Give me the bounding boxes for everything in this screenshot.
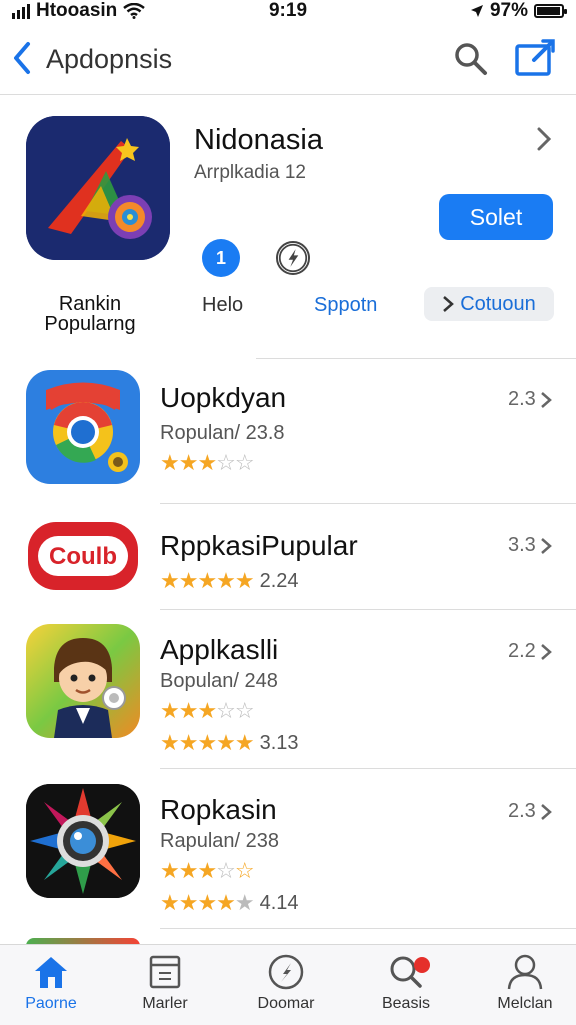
- rating-value: 2.24: [259, 569, 299, 592]
- stars-glyphs: ★★★★★: [160, 568, 255, 593]
- featured-app-name: Nidonasia: [194, 124, 323, 156]
- stars-glyphs: ★★★★★: [160, 890, 255, 915]
- info-button[interactable]: 1: [202, 239, 240, 277]
- tab-search[interactable]: Beasis: [356, 953, 456, 1013]
- navigation-bar: Apdopnsis: [0, 30, 576, 95]
- list-item[interactable]: Applkaslli Bopulan/ 248 ★★★☆☆ ★★★★★ 3.13…: [0, 610, 576, 770]
- status-right: 97%: [470, 0, 567, 22]
- calendar-icon: [149, 955, 181, 989]
- tab-label: Beasis: [381, 995, 431, 1012]
- app-name: Uopkdyan: [160, 382, 287, 413]
- app-subtitle: Rapulan/ 238: [160, 830, 279, 852]
- app-icon[interactable]: [26, 370, 140, 484]
- divider: [160, 928, 576, 929]
- app-name: Applkaslli: [160, 634, 279, 665]
- chevron-left-icon[interactable]: [8, 40, 38, 76]
- get-button[interactable]: Solet: [439, 194, 553, 240]
- divider: [160, 768, 576, 769]
- ranking-label: Rankin Popularng: [44, 293, 136, 335]
- battery-percent: 97%: [489, 0, 528, 21]
- stars-glyphs: ★★★☆☆: [160, 858, 255, 883]
- tab-home[interactable]: Paorne: [1, 953, 101, 1013]
- tab-label: Doomar: [257, 995, 315, 1012]
- tab-label: Marler: [142, 995, 188, 1012]
- chevron-right-icon[interactable]: [540, 391, 552, 409]
- app-rank: 2.3: [508, 388, 536, 410]
- featured-app-icon[interactable]: [26, 116, 170, 260]
- divider: [256, 358, 576, 359]
- featured-app-subtitle: Arrplkadia 12: [194, 162, 306, 183]
- chevron-right-icon[interactable]: [540, 643, 552, 661]
- status-bar: Htooasin 9:19 97%: [0, 0, 576, 24]
- rating-value: 3.13: [259, 731, 299, 754]
- list-item[interactable]: Ropkasin Rapulan/ 238 ★★★☆☆ ★★★★★ 4.14 2…: [0, 770, 576, 930]
- chevron-right-icon[interactable]: [536, 126, 552, 152]
- category-pill-label: Cotuoun: [460, 292, 536, 315]
- help-label[interactable]: Helo: [202, 294, 243, 317]
- app-subtitle: Bopulan/ 248: [160, 670, 278, 692]
- divider: [160, 503, 576, 504]
- tab-calendar[interactable]: Marler: [115, 953, 215, 1013]
- location-arrow-icon: [470, 5, 483, 17]
- stars-glyphs: ★★★★★: [160, 730, 255, 755]
- tab-compass[interactable]: Doomar: [236, 953, 336, 1013]
- list-item[interactable]: Coulb RppkasiPupular ★★★★★ 2.24 3.3: [0, 506, 576, 610]
- app-icon[interactable]: [26, 624, 140, 738]
- person-icon: [507, 954, 543, 990]
- star-rating: ★★★☆☆: [160, 858, 255, 884]
- category-pill[interactable]: Cotuoun: [424, 287, 554, 321]
- notification-badge: [414, 957, 430, 973]
- compose-icon[interactable]: [514, 38, 556, 78]
- app-name: RppkasiPupular: [160, 530, 358, 561]
- app-icon[interactable]: Coulb: [26, 516, 140, 596]
- app-icon[interactable]: [26, 784, 140, 898]
- stars-glyphs: ★★★☆☆: [160, 698, 255, 723]
- star-rating: ★★★☆☆: [160, 698, 255, 724]
- bolt-icon[interactable]: [276, 241, 310, 275]
- list-item[interactable]: Uopkdyan Ropulan/ 23.8 ★★★☆☆ 2.3: [0, 360, 576, 506]
- app-name: Ropkasin: [160, 794, 277, 825]
- star-rating: ★★★★★ 2.24: [160, 568, 299, 594]
- star-rating-secondary: ★★★★★ 3.13: [160, 730, 299, 756]
- tab-label: Melclan: [497, 995, 553, 1012]
- app-rank: 2.2: [508, 640, 536, 662]
- app-subtitle: Ropulan/ 23.8: [160, 422, 285, 444]
- rating-value: 4.14: [259, 891, 299, 914]
- chevron-right-icon: [443, 296, 455, 312]
- tab-profile[interactable]: Melclan: [475, 953, 575, 1013]
- battery-icon: [534, 4, 567, 18]
- home-icon: [35, 957, 67, 988]
- compass-icon: [268, 954, 304, 990]
- sponsor-link[interactable]: Sppotn: [314, 294, 377, 317]
- stars-glyphs: ★★★☆☆: [160, 450, 255, 475]
- star-rating-secondary: ★★★★★ 4.14: [160, 890, 299, 916]
- app-icon-label: Coulb: [49, 543, 117, 570]
- nav-title: Apdopnsis: [46, 44, 173, 74]
- app-rank: 3.3: [508, 534, 536, 556]
- tab-bar: Paorne Marler Doomar Beasis Melclan: [0, 944, 576, 1025]
- app-rank: 2.3: [508, 800, 536, 822]
- tab-label: Paorne: [25, 995, 77, 1012]
- chevron-right-icon[interactable]: [540, 537, 552, 555]
- search-icon[interactable]: [452, 40, 490, 78]
- chevron-right-icon[interactable]: [540, 803, 552, 821]
- featured-app-card: Nidonasia Arrplkadia 12 Solet 1 Rankin P…: [0, 96, 576, 358]
- star-rating: ★★★☆☆: [160, 450, 255, 476]
